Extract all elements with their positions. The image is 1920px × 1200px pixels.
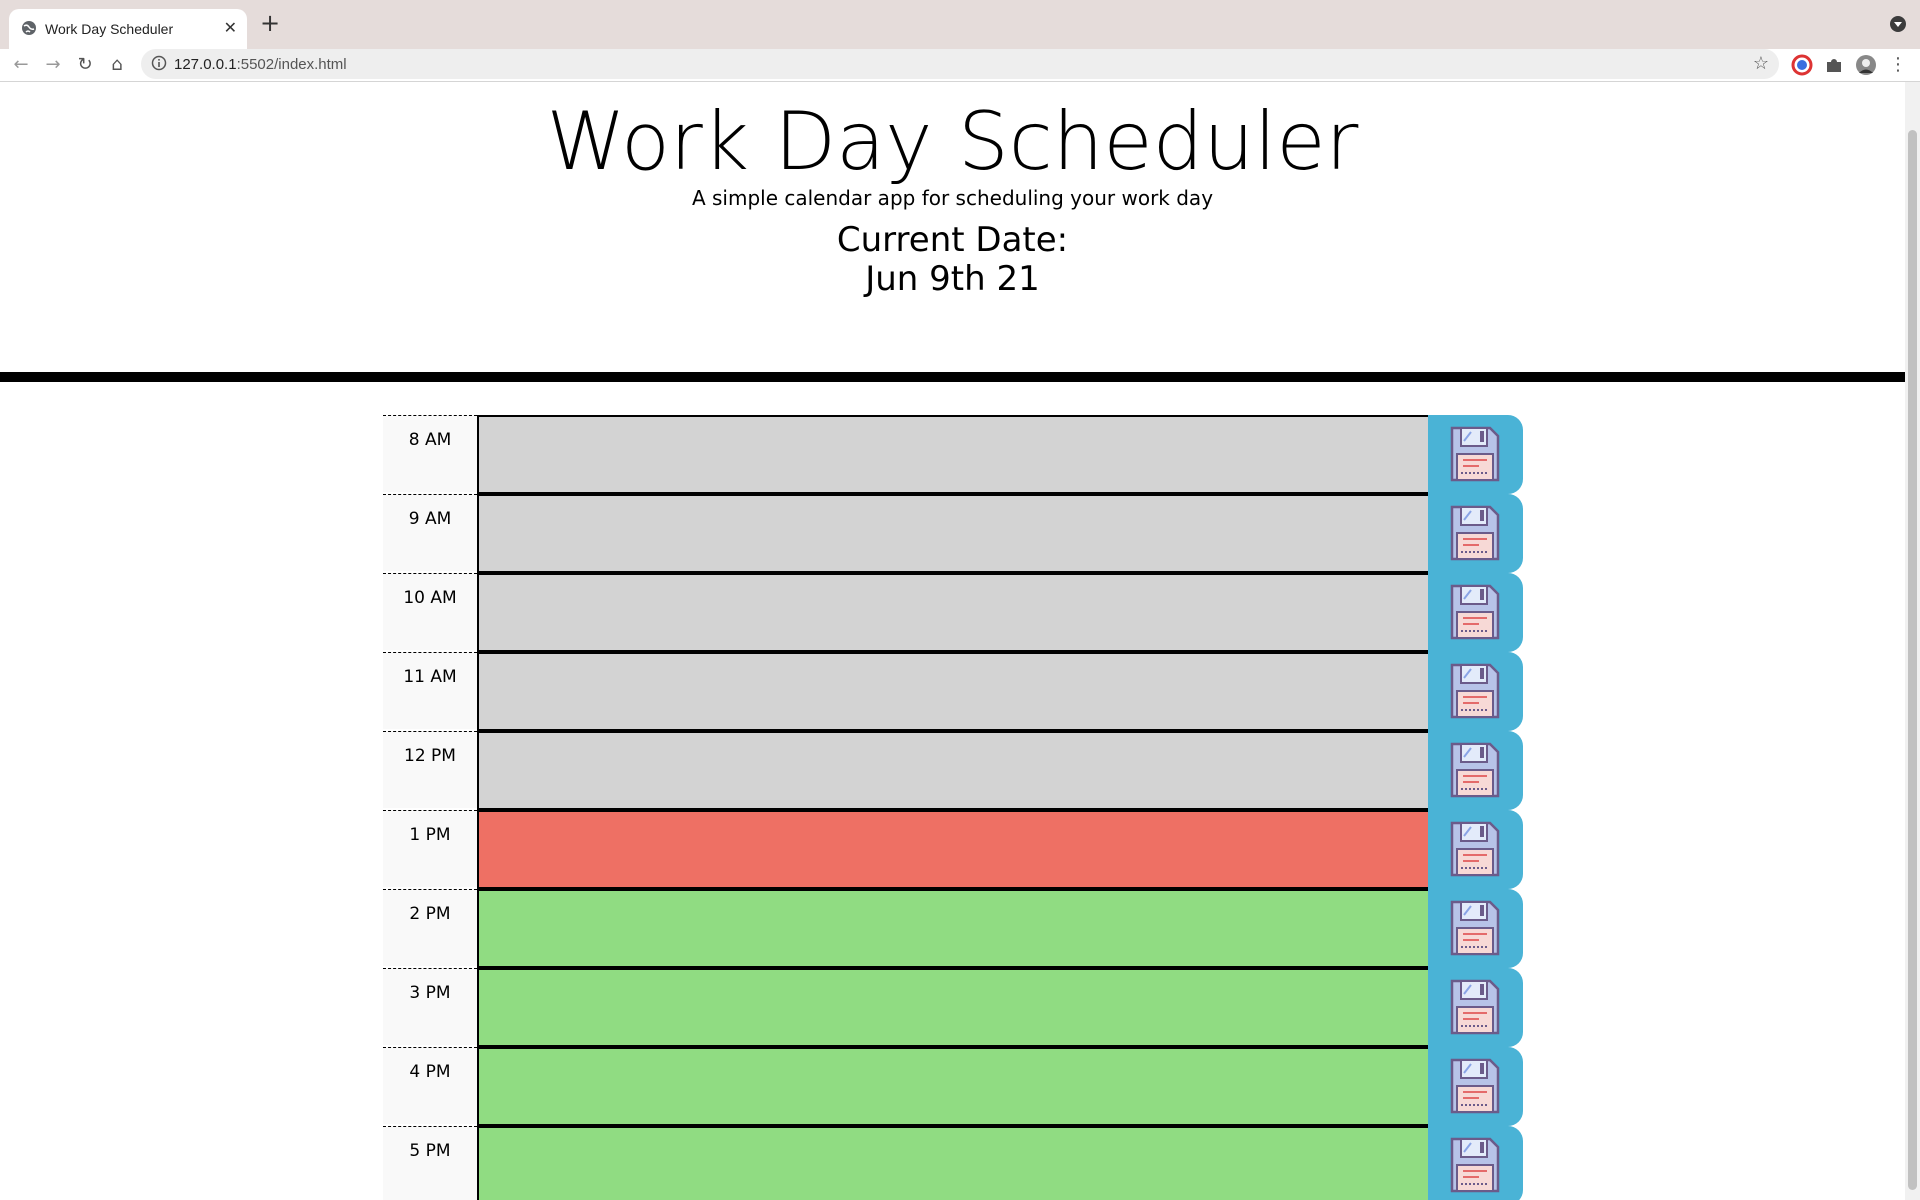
floppy-disk-icon [1450,900,1500,956]
current-date-label: Current Date: [836,220,1069,260]
globe-icon [22,21,36,35]
event-description-input[interactable] [477,968,1432,1047]
event-description-input[interactable] [477,1126,1432,1200]
hour-label: 9 AM [383,494,477,571]
hour-label: 3 PM [383,968,477,1045]
floppy-disk-icon [1450,505,1500,561]
time-block: 5 PM [383,1126,1523,1200]
save-button[interactable] [1428,652,1523,731]
home-icon[interactable]: ⌂ [105,53,129,77]
time-block: 4 PM [383,1047,1523,1126]
save-button[interactable] [1428,1047,1523,1126]
browser-toolbar: ← → ↻ ⌂ 127.0.0.1:5502/index.html ☆ ⋮ [0,49,1920,82]
forward-icon[interactable]: → [41,53,65,77]
time-block: 9 AM [383,494,1523,573]
event-description-input[interactable] [477,810,1432,889]
floppy-disk-icon [1450,426,1500,482]
bookmark-star-icon[interactable]: ☆ [1753,53,1769,74]
save-button[interactable] [1428,889,1523,968]
floppy-disk-icon [1450,1137,1500,1193]
url-text[interactable]: 127.0.0.1:5502/index.html [174,56,347,73]
hour-label: 4 PM [383,1047,477,1124]
close-tab-icon[interactable]: ✕ [224,18,237,38]
time-block: 11 AM [383,652,1523,731]
floppy-disk-icon [1450,1058,1500,1114]
time-block: 12 PM [383,731,1523,810]
save-button[interactable] [1428,573,1523,652]
page-content: Work Day Scheduler A simple calendar app… [0,82,1905,1200]
hour-label: 1 PM [383,810,477,887]
page-subtitle: A simple calendar app for scheduling you… [691,186,1214,210]
back-icon[interactable]: ← [9,53,33,77]
scrollbar-thumb[interactable] [1908,130,1917,1190]
tab-title: Work Day Scheduler [45,21,174,37]
time-block: 1 PM [383,810,1523,889]
floppy-disk-icon [1450,821,1500,877]
new-tab-icon[interactable]: + [260,11,280,35]
event-description-input[interactable] [477,415,1432,494]
header-divider [0,372,1905,382]
info-icon[interactable] [151,55,167,71]
browser-tab-strip: Work Day Scheduler ✕ + [0,0,1920,49]
floppy-disk-icon [1450,584,1500,640]
browser-menu-icon[interactable]: ⋮ [1886,53,1910,77]
save-button[interactable] [1428,810,1523,889]
header: Work Day Scheduler A simple calendar app… [0,82,1905,373]
time-block: 3 PM [383,968,1523,1047]
time-block: 8 AM [383,415,1523,494]
save-button[interactable] [1428,1126,1523,1200]
floppy-disk-icon [1450,742,1500,798]
save-button[interactable] [1428,494,1523,573]
event-description-input[interactable] [477,731,1432,810]
hour-label: 8 AM [383,415,477,492]
hour-label: 11 AM [383,652,477,729]
url-host: 127.0.0.1 [174,56,237,73]
hour-label: 12 PM [383,731,477,808]
floppy-disk-icon [1450,663,1500,719]
save-button[interactable] [1428,415,1523,494]
page-title: Work Day Scheduler [546,95,1359,188]
profile-avatar-icon[interactable] [1855,54,1877,76]
current-date: Jun 9th 21 [865,259,1040,299]
floppy-disk-icon [1450,979,1500,1035]
event-description-input[interactable] [477,652,1432,731]
extensions-puzzle-icon[interactable] [1823,54,1845,76]
tab-search-icon[interactable] [1890,16,1906,32]
time-block: 2 PM [383,889,1523,968]
save-button[interactable] [1428,731,1523,810]
event-description-input[interactable] [477,573,1432,652]
address-bar[interactable]: 127.0.0.1:5502/index.html ☆ [141,49,1779,79]
hour-label: 2 PM [383,889,477,966]
time-block: 10 AM [383,573,1523,652]
event-description-input[interactable] [477,889,1432,968]
save-button[interactable] [1428,968,1523,1047]
hour-label: 10 AM [383,573,477,650]
event-description-input[interactable] [477,1047,1432,1126]
event-description-input[interactable] [477,494,1432,573]
reload-icon[interactable]: ↻ [73,53,97,77]
browser-tab[interactable]: Work Day Scheduler ✕ [9,9,247,49]
hour-label: 5 PM [383,1126,477,1200]
url-path: :5502/index.html [236,56,347,73]
extension-icon[interactable] [1791,54,1813,76]
page-scrollbar[interactable] [1905,82,1920,1200]
